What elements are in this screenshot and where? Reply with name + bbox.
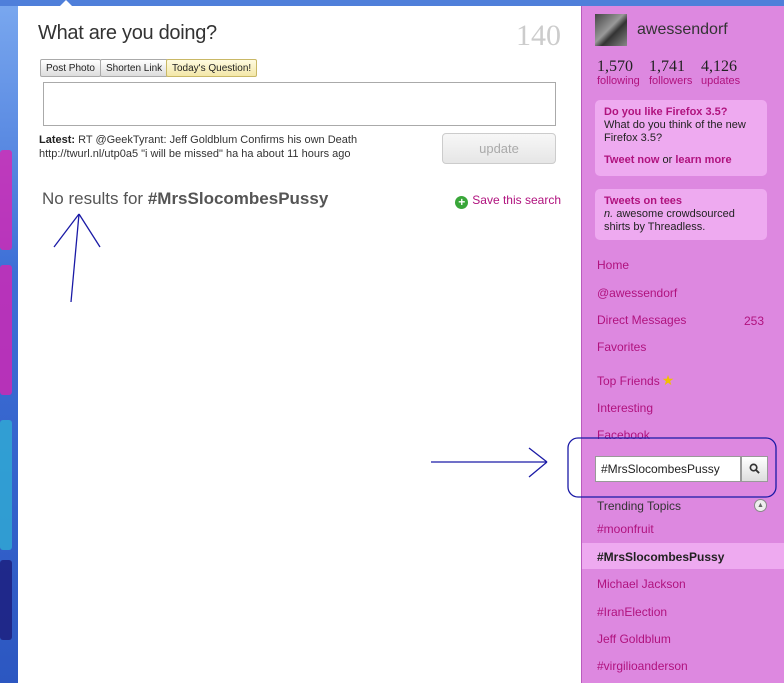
save-search-label: Save this search <box>472 193 561 207</box>
trend-item[interactable]: Jeff Goldblum <box>597 632 671 646</box>
scribble-mark <box>0 150 12 250</box>
threadless-promo: Tweets on tees n. awesome crowdsourced s… <box>595 189 767 240</box>
trending-topics-title: Trending Topics <box>597 499 682 513</box>
followers-count: 1,741 <box>649 58 685 75</box>
updates-count: 4,126 <box>701 58 737 75</box>
nav-interesting[interactable]: Interesting <box>597 401 653 415</box>
status-textarea[interactable] <box>43 82 556 126</box>
scribble-mark <box>0 265 12 395</box>
main-content: What are you doing? 140 Post Photo Short… <box>18 0 581 683</box>
latest-label: Latest: <box>39 134 76 146</box>
trend-item[interactable]: #IranElection <box>597 605 667 619</box>
search-button[interactable] <box>741 456 768 482</box>
firefox-promo: Do you like Firefox 3.5? What do you thi… <box>595 100 767 176</box>
collapse-icon[interactable]: ▲ <box>754 499 767 512</box>
nav-favorites[interactable]: Favorites <box>597 340 646 354</box>
direct-messages-count: 253 <box>744 314 765 328</box>
firefox-promo-body: What do you think of the new Firefox 3.5… <box>604 119 746 144</box>
trend-item[interactable]: Michael Jackson <box>597 577 686 591</box>
content-tip <box>60 0 72 6</box>
following-stat[interactable]: 1,570 following <box>597 58 640 87</box>
learn-more-link[interactable]: learn more <box>675 154 731 166</box>
todays-question-button[interactable]: Today's Question! <box>166 59 258 77</box>
save-search-link[interactable]: + Save this search <box>455 193 561 209</box>
scribble-mark <box>0 420 12 550</box>
nav-direct-messages[interactable]: Direct Messages <box>597 313 686 327</box>
character-counter: 140 <box>516 19 561 52</box>
top-friends-label: Top Friends <box>597 374 660 388</box>
promo-or-text: or <box>662 154 673 166</box>
trend-item[interactable]: #virgilioanderson <box>597 659 688 673</box>
sidebar: awessendorf 1,570 following 1,741 follow… <box>581 6 784 683</box>
nav-home[interactable]: Home <box>597 258 629 272</box>
star-icon: ★ <box>661 372 675 388</box>
nav-top-friends[interactable]: Top Friends ★ <box>597 372 674 389</box>
scribble-mark <box>0 560 12 640</box>
followers-stat[interactable]: 1,741 followers <box>649 58 692 87</box>
nav-mentions[interactable]: @awessendorf <box>597 286 677 300</box>
updates-stat[interactable]: 4,126 updates <box>701 58 740 87</box>
no-results-heading: No results for #MrsSlocombesPussy <box>42 189 328 209</box>
no-results-prefix: No results for <box>42 189 144 208</box>
shorten-link-button[interactable]: Shorten Link <box>100 59 169 77</box>
tweet-now-link[interactable]: Tweet now <box>604 154 659 166</box>
update-button[interactable]: update <box>442 133 556 164</box>
post-photo-button[interactable]: Post Photo <box>40 59 101 77</box>
threadless-promo-body: awesome crowdsourced shirts by Threadles… <box>604 208 735 233</box>
search-icon <box>749 463 760 474</box>
threadless-promo-n: n. <box>604 208 614 220</box>
profile-username[interactable]: awessendorf <box>637 21 728 39</box>
following-label: following <box>597 75 640 87</box>
nav-facebook[interactable]: Facebook <box>597 428 650 442</box>
latest-text: RT @GeekTyrant: Jeff Goldblum Confirms h… <box>39 134 358 160</box>
latest-status: Latest: RT @GeekTyrant: Jeff Goldblum Co… <box>39 133 419 161</box>
avatar[interactable] <box>595 14 627 46</box>
trend-item[interactable]: #moonfruit <box>597 522 654 536</box>
threadless-promo-heading[interactable]: Tweets on tees <box>604 195 758 208</box>
no-results-query: #MrsSlocombesPussy <box>147 189 329 208</box>
firefox-promo-heading[interactable]: Do you like Firefox 3.5? <box>604 106 758 119</box>
following-count: 1,570 <box>597 58 633 75</box>
updates-label: updates <box>701 75 741 87</box>
status-prompt: What are you doing? <box>38 22 217 44</box>
search-input[interactable] <box>595 456 741 482</box>
followers-label: followers <box>649 75 693 87</box>
plus-icon: + <box>455 196 469 209</box>
trend-item-active[interactable]: #MrsSlocombesPussy <box>597 550 724 564</box>
